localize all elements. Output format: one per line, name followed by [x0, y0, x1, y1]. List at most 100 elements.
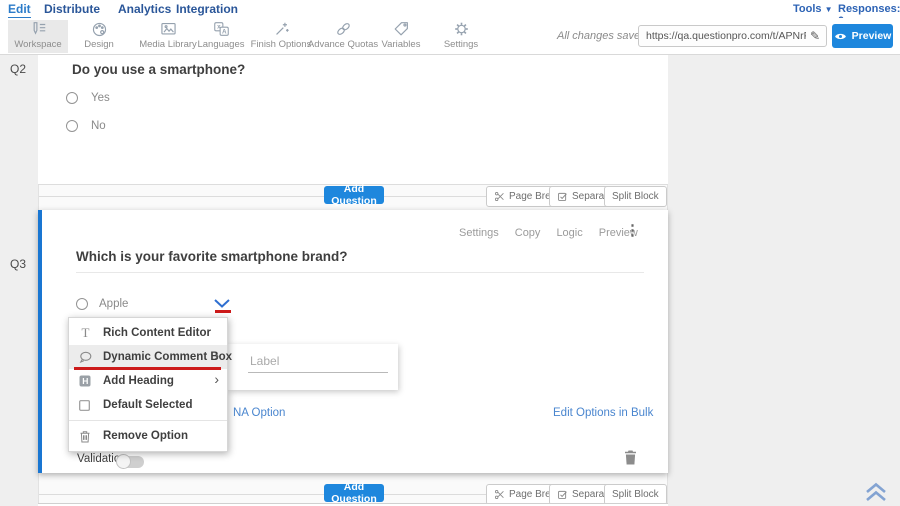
- comment-label-input[interactable]: [248, 352, 388, 373]
- svg-text:A: A: [222, 28, 227, 35]
- checkbox-icon: [79, 400, 92, 411]
- preview-label: Preview: [852, 30, 892, 42]
- tools-menu[interactable]: Tools ▼: [793, 3, 833, 15]
- tab-workspace[interactable]: Workspace: [8, 20, 68, 53]
- answer-option-row: Yes: [66, 92, 110, 104]
- gear-icon: [452, 20, 471, 38]
- tab-design[interactable]: Design: [72, 20, 126, 53]
- tab-workspace-label: Workspace: [14, 39, 61, 50]
- menu-item-label: Remove Option: [103, 430, 188, 442]
- scissors-icon: [494, 489, 505, 500]
- save-status: All changes saved: [557, 30, 646, 42]
- question-card-q2[interactable]: Do you use a smartphone? Yes No: [38, 55, 668, 185]
- question-number-q3: Q3: [10, 257, 26, 271]
- scroll-to-top-button[interactable]: [864, 482, 888, 502]
- nav-edit[interactable]: Edit: [8, 2, 31, 19]
- comment-bubble-icon: [79, 351, 92, 363]
- add-question-label: Add Question: [330, 183, 378, 207]
- tab-design-label: Design: [84, 39, 114, 50]
- menu-item-dynamic-comment-box[interactable]: Dynamic Comment Box ›: [69, 345, 227, 369]
- workspace-icon: [29, 20, 48, 38]
- survey-url-box: ✎: [638, 25, 827, 47]
- top-nav: Edit Distribute Analytics Integration To…: [0, 0, 900, 18]
- question-copy-link[interactable]: Copy: [515, 227, 541, 239]
- menu-item-remove-option[interactable]: Remove Option: [69, 424, 227, 448]
- option-label[interactable]: Yes: [91, 92, 110, 104]
- nav-integration[interactable]: Integration: [176, 2, 238, 16]
- palette-icon: [90, 20, 109, 38]
- chain-link-icon: [334, 20, 353, 38]
- submenu-arrow-icon: ›: [214, 371, 219, 387]
- tab-advance-quotas[interactable]: Advance Quotas: [304, 20, 382, 53]
- tab-finish-options-label: Finish Options: [251, 39, 312, 50]
- add-question-button[interactable]: Add Question: [324, 484, 384, 502]
- na-option-link[interactable]: NA Option: [233, 407, 285, 419]
- answer-option-row: Apple: [76, 298, 128, 310]
- scissors-icon: [494, 191, 505, 202]
- text-format-icon: T: [79, 325, 92, 341]
- option-label[interactable]: Apple: [99, 298, 128, 310]
- caret-down-icon: ▼: [825, 5, 833, 14]
- title-underline: [76, 272, 644, 273]
- split-block-button[interactable]: Split Block: [604, 484, 667, 505]
- menu-item-rich-content-editor[interactable]: T Rich Content Editor: [69, 321, 227, 345]
- toggle-knob: [116, 454, 131, 469]
- heading-icon: H: [79, 375, 92, 387]
- annotation-underline-menu-item: [74, 367, 221, 370]
- tab-variables[interactable]: Variables: [373, 20, 429, 53]
- question-number-q2: Q2: [10, 62, 26, 76]
- radio-button[interactable]: [66, 120, 78, 132]
- magic-wand-icon: [272, 20, 291, 38]
- preview-button[interactable]: Preview: [832, 24, 893, 48]
- translate-icon: x A: [212, 20, 231, 38]
- tab-media-library-label: Media Library: [139, 39, 197, 50]
- svg-text:H: H: [82, 376, 88, 386]
- menu-item-default-selected[interactable]: Default Selected: [69, 393, 227, 417]
- question-logic-link[interactable]: Logic: [556, 227, 582, 239]
- menu-item-label: Default Selected: [103, 399, 192, 411]
- question-settings-link[interactable]: Settings: [459, 227, 499, 239]
- radio-button[interactable]: [76, 298, 88, 310]
- split-block-label: Split Block: [612, 489, 659, 500]
- option-menu-chevron-icon[interactable]: [214, 299, 230, 308]
- menu-item-add-heading[interactable]: H Add Heading ›: [69, 369, 227, 393]
- tab-languages[interactable]: x A Languages: [192, 20, 250, 53]
- submenu-arrow-icon: ›: [214, 347, 219, 363]
- tab-variables-label: Variables: [382, 39, 421, 50]
- answer-option-row: No: [66, 120, 106, 132]
- separator-icon: [557, 489, 568, 500]
- question-toolbar: Settings Copy Logic Preview: [459, 227, 638, 239]
- comment-box-label-panel: [228, 344, 398, 390]
- survey-url-input[interactable]: [639, 30, 810, 42]
- double-chevron-up-icon: [864, 482, 888, 502]
- edit-options-in-bulk-link[interactable]: Edit Options in Bulk: [553, 407, 653, 419]
- question-title[interactable]: Which is your favorite smartphone brand?: [76, 249, 348, 264]
- nav-distribute[interactable]: Distribute: [44, 2, 100, 16]
- option-context-menu: T Rich Content Editor Dynamic Comment Bo…: [68, 317, 228, 452]
- tools-label: Tools: [793, 3, 822, 15]
- image-icon: [159, 20, 178, 38]
- menu-item-label: Rich Content Editor: [103, 327, 211, 339]
- edit-url-pencil-icon[interactable]: ✎: [810, 29, 826, 43]
- question-title: Do you use a smartphone?: [72, 62, 245, 77]
- option-label[interactable]: No: [91, 120, 106, 132]
- survey-editor-app: Edit Distribute Analytics Integration To…: [0, 0, 900, 506]
- add-question-button[interactable]: Add Question: [324, 186, 384, 204]
- menu-item-label: Add Heading: [103, 375, 174, 387]
- question-more-menu-icon[interactable]: ⋮: [625, 223, 640, 238]
- nav-analytics[interactable]: Analytics: [118, 2, 171, 16]
- radio-button[interactable]: [66, 92, 78, 104]
- menu-divider: [69, 420, 227, 421]
- editor-toolbar: Workspace Design Media Library: [0, 18, 900, 55]
- trash-icon: [79, 430, 92, 443]
- delete-question-trash-icon[interactable]: [624, 450, 637, 465]
- survey-canvas: Q2 Do you use a smartphone? Yes No Add Q…: [0, 55, 900, 506]
- eye-icon: [834, 32, 847, 41]
- annotation-underline-chevron: [215, 310, 231, 313]
- validation-toggle[interactable]: [118, 456, 144, 468]
- tab-settings[interactable]: Settings: [436, 20, 486, 53]
- split-block-label: Split Block: [612, 191, 659, 202]
- svg-text:x: x: [217, 24, 221, 31]
- split-block-button[interactable]: Split Block: [604, 186, 667, 207]
- tab-advance-quotas-label: Advance Quotas: [308, 39, 378, 50]
